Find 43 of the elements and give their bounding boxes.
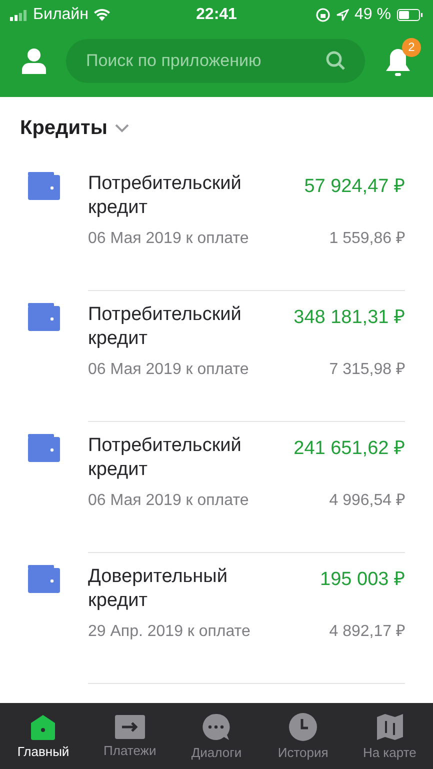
wallet-icon bbox=[28, 434, 60, 462]
payment-amount: 1 559,86 ₽ bbox=[329, 229, 405, 248]
wifi-icon bbox=[94, 9, 110, 21]
tab-bar-item[interactable]: Главный bbox=[3, 714, 84, 758]
wallet-icon bbox=[28, 565, 60, 593]
clock-time: 22:41 bbox=[196, 6, 237, 24]
wallet-icon bbox=[28, 172, 60, 200]
chat-bubble-icon bbox=[202, 712, 230, 740]
tab-bar-item[interactable]: Диалоги bbox=[176, 712, 256, 760]
tab-bar-item[interactable]: Платежи bbox=[90, 714, 170, 758]
loan-balance: 241 651,62 ₽ bbox=[294, 437, 405, 460]
loan-balance: 195 003 ₽ bbox=[320, 568, 405, 591]
search-icon bbox=[326, 50, 345, 70]
clock-icon bbox=[289, 712, 318, 740]
chevron-down-icon[interactable] bbox=[115, 124, 130, 133]
loan-balance: 348 181,31 ₽ bbox=[294, 306, 405, 329]
loan-name[interactable]: Доверительный кредит bbox=[88, 565, 268, 613]
due-date: 06 Мая 2019 к оплате bbox=[88, 492, 249, 510]
payment-amount: 4 892,17 ₽ bbox=[329, 622, 405, 641]
loan-name[interactable]: Потребительский кредит bbox=[88, 172, 268, 220]
notification-badge: 2 bbox=[402, 38, 421, 56]
carrier-name: Билайн bbox=[33, 6, 88, 24]
battery-icon bbox=[396, 9, 423, 21]
signal-icon bbox=[10, 10, 27, 20]
tab-bar-item[interactable]: На карте bbox=[350, 712, 430, 760]
map-icon bbox=[376, 712, 404, 740]
due-date: 29 Апр. 2019 к оплате bbox=[88, 623, 250, 641]
wallet-icon bbox=[28, 303, 60, 331]
rotation-lock-icon bbox=[316, 8, 330, 22]
home-icon bbox=[29, 714, 58, 740]
location-arrow-icon bbox=[336, 8, 349, 22]
loan-name[interactable]: Потребительский кредит bbox=[88, 303, 268, 351]
payment-amount: 7 315,98 ₽ bbox=[329, 360, 405, 379]
tab-bar-item[interactable]: История bbox=[263, 712, 344, 760]
loan-balance: 57 924,47 ₽ bbox=[304, 175, 405, 198]
payment-amount: 4 996,54 ₽ bbox=[329, 491, 405, 510]
battery-percent: 49 % bbox=[354, 6, 391, 24]
loan-name[interactable]: Потребительский кредит bbox=[88, 434, 268, 482]
profile-icon[interactable] bbox=[22, 48, 46, 74]
due-date: 06 Мая 2019 к оплате bbox=[88, 230, 249, 248]
due-date: 06 Мая 2019 к оплате bbox=[88, 361, 249, 379]
section-title[interactable]: Кредиты bbox=[20, 117, 108, 140]
search-field[interactable]: Поиск по приложению bbox=[66, 38, 365, 82]
